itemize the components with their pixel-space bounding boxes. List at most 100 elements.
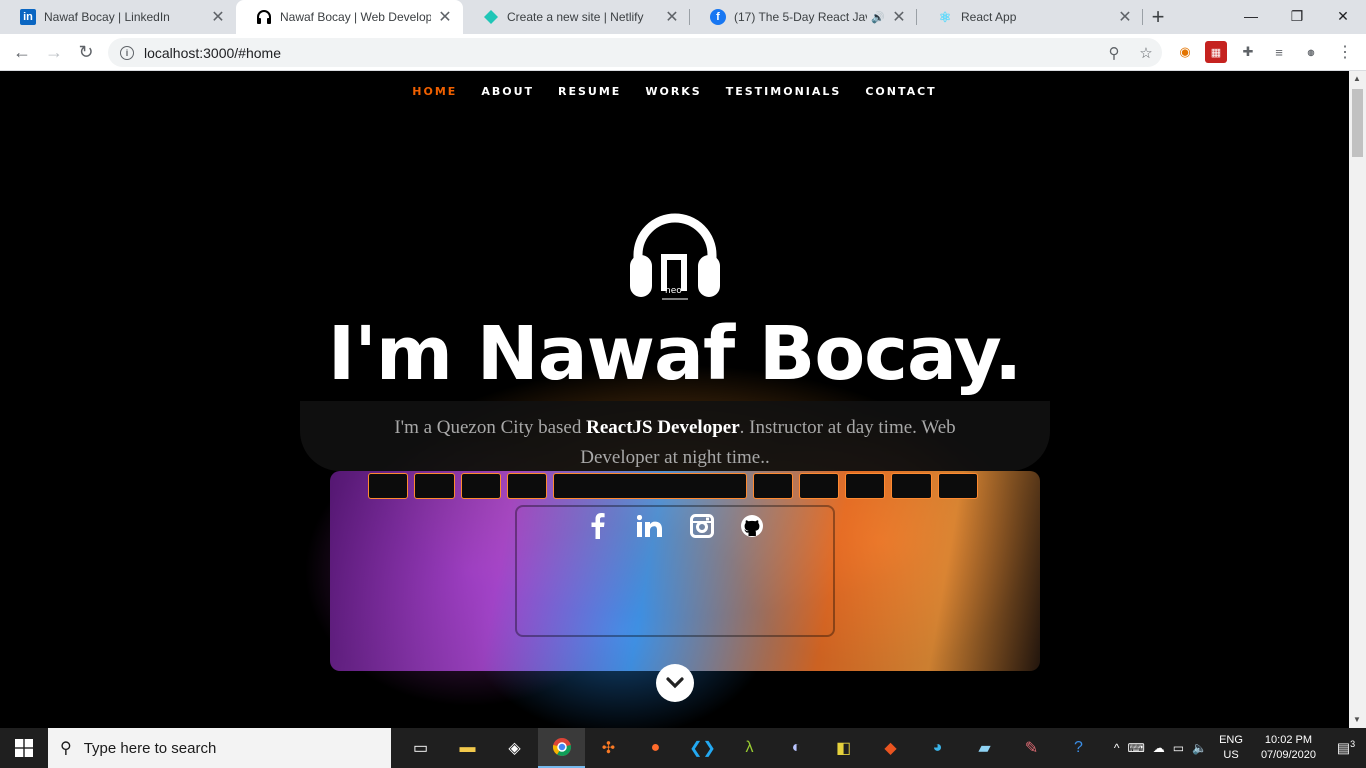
tab-linkedin[interactable]: in Nawaf Bocay | LinkedIn ✕ xyxy=(0,0,236,34)
hero-subtitle-pre: I'm a Quezon City based xyxy=(394,417,587,438)
restore-button[interactable]: ❐ xyxy=(1274,0,1320,32)
lambda-app-icon[interactable]: λ xyxy=(726,728,773,768)
extension-icon-1[interactable]: ◉ xyxy=(1174,41,1196,63)
edge-icon[interactable]: ◕ xyxy=(914,728,961,768)
chevron-up-icon[interactable]: ^ xyxy=(1114,741,1120,755)
page-viewport: HOME ABOUT RESUME WORKS TESTIMONIALS CON… xyxy=(0,71,1349,728)
close-icon[interactable]: ✕ xyxy=(437,7,453,27)
minimize-button[interactable]: — xyxy=(1228,0,1274,32)
linkedin-icon: in xyxy=(20,9,36,25)
github-icon[interactable] xyxy=(739,511,765,541)
scroll-down-button[interactable] xyxy=(656,664,694,702)
network-icon[interactable]: ▭ xyxy=(1173,741,1184,755)
keyboard-icon[interactable]: ⌨ xyxy=(1127,741,1144,755)
main-nav: HOME ABOUT RESUME WORKS TESTIMONIALS CON… xyxy=(0,71,1349,111)
app-icon-blue[interactable]: ▰ xyxy=(961,728,1008,768)
tab-separator xyxy=(1142,9,1143,25)
tab-netlify[interactable]: Create a new site | Netlify ✕ xyxy=(463,0,690,34)
tab-facebook[interactable]: f (17) The 5-Day React JavaS 🔊 ✕ xyxy=(690,0,917,34)
hero-background-keys xyxy=(368,473,978,499)
page-scrollbar[interactable]: ▲ ▼ xyxy=(1349,71,1366,728)
scrollbar-thumb[interactable] xyxy=(1352,89,1363,157)
tab-portfolio[interactable]: Nawaf Bocay | Web Developer ✕ xyxy=(236,0,463,34)
xampp-icon[interactable]: ✣ xyxy=(585,728,632,768)
close-window-button[interactable]: ✕ xyxy=(1320,0,1366,32)
scroll-up-arrow-icon[interactable]: ▲ xyxy=(1353,74,1361,83)
hero-subtitle: I'm a Quezon City based ReactJS Develope… xyxy=(360,413,990,473)
back-button[interactable]: ← xyxy=(6,36,38,68)
reload-button[interactable]: ↻ xyxy=(70,36,102,68)
menu-kebab-icon[interactable]: ⋮ xyxy=(1334,41,1356,63)
system-tray: ^ ⌨ ☁ ▭ 🔈 ENG US 10:02 PM 07/09/2020 ▤3 xyxy=(1110,728,1366,768)
windows-start-button[interactable] xyxy=(0,728,48,768)
chrome-icon[interactable] xyxy=(538,728,585,768)
language-code: ENG xyxy=(1219,734,1243,746)
url-text[interactable]: localhost:3000/#home xyxy=(144,45,1098,61)
dropbox-icon[interactable]: ◈ xyxy=(491,728,538,768)
cloud-icon[interactable]: ☁ xyxy=(1153,741,1165,755)
nav-about[interactable]: ABOUT xyxy=(481,85,534,98)
region-code: US xyxy=(1223,749,1239,761)
paint-app-icon[interactable]: ✎ xyxy=(1008,728,1055,768)
browser-toolbar: ← → ↻ i localhost:3000/#home ⚲ ☆ ◉ ▦ ✚ ≡… xyxy=(0,34,1366,71)
close-icon[interactable]: ✕ xyxy=(1117,7,1133,27)
profile-avatar-icon[interactable]: ◍ xyxy=(1300,41,1322,63)
close-icon[interactable]: ✕ xyxy=(891,7,907,27)
audio-icon[interactable]: 🔊 xyxy=(871,11,885,24)
nav-resume[interactable]: RESUME xyxy=(558,85,621,98)
git-icon[interactable]: ◆ xyxy=(867,728,914,768)
hero-subtitle-role: ReactJS Developer xyxy=(586,417,740,438)
volume-icon[interactable]: 🔈 xyxy=(1192,741,1207,755)
facebook-icon[interactable] xyxy=(585,511,611,541)
app-icon-yellow[interactable]: ◧ xyxy=(820,728,867,768)
close-icon[interactable]: ✕ xyxy=(210,7,226,27)
playlist-icon[interactable]: ≡ xyxy=(1268,41,1290,63)
social-links xyxy=(0,511,1349,541)
clock-date: 07/09/2020 xyxy=(1260,749,1316,761)
instagram-icon[interactable] xyxy=(689,511,715,541)
task-view-icon[interactable]: ▭ xyxy=(397,728,444,768)
nav-contact[interactable]: CONTACT xyxy=(865,85,936,98)
forward-button[interactable]: → xyxy=(38,36,70,68)
clock-time: 10:02 PM xyxy=(1264,734,1313,746)
address-bar[interactable]: i localhost:3000/#home ⚲ ☆ xyxy=(108,38,1162,67)
new-tab-button[interactable]: + xyxy=(1143,0,1173,34)
language-indicator[interactable]: ENG US xyxy=(1219,733,1243,763)
hero-title: I'm Nawaf Bocay. xyxy=(327,311,1023,397)
tab-react-app[interactable]: ⚛ React App ✕ xyxy=(917,0,1143,34)
headphones-icon xyxy=(256,9,272,25)
windows-taskbar: ⚲ Type here to search ▭ ▬ ◈ ✣ ● ❮❯ λ ◐ ◧… xyxy=(0,728,1366,768)
puzzle-icon[interactable]: ✚ xyxy=(1237,41,1259,63)
help-icon[interactable]: ? xyxy=(1055,728,1102,768)
nav-works[interactable]: WORKS xyxy=(645,85,701,98)
nav-home[interactable]: HOME xyxy=(412,85,457,98)
windows-logo-icon xyxy=(15,739,33,757)
taskbar-search-placeholder: Type here to search xyxy=(83,739,217,757)
scroll-down-arrow-icon[interactable]: ▼ xyxy=(1353,715,1361,724)
netlify-icon xyxy=(483,9,499,25)
postman-icon[interactable]: ● xyxy=(632,728,679,768)
search-icon: ⚲ xyxy=(60,740,72,757)
notification-center-icon[interactable]: ▤3 xyxy=(1326,739,1366,757)
taskbar-clock[interactable]: 10:02 PM 07/09/2020 xyxy=(1261,733,1316,763)
tab-strip: in Nawaf Bocay | LinkedIn ✕ Nawaf Bocay … xyxy=(0,0,1366,34)
close-icon[interactable]: ✕ xyxy=(664,7,680,27)
info-icon[interactable]: i xyxy=(120,45,134,60)
file-explorer-icon[interactable]: ▬ xyxy=(444,728,491,768)
tab-title: Nawaf Bocay | Web Developer xyxy=(280,10,431,24)
tab-title: React App xyxy=(961,10,1017,24)
eclipse-icon[interactable]: ◐ xyxy=(773,728,820,768)
notification-count: 3 xyxy=(1350,739,1356,750)
tab-title: Nawaf Bocay | LinkedIn xyxy=(44,10,170,24)
tab-title: (17) The 5-Day React JavaS xyxy=(734,10,867,24)
taskbar-search-box[interactable]: ⚲ Type here to search xyxy=(48,728,391,768)
bookmark-star-icon[interactable]: ☆ xyxy=(1130,44,1162,62)
nav-testimonials[interactable]: TESTIMONIALS xyxy=(726,85,842,98)
headphones-logo-icon: neo xyxy=(628,209,722,303)
vscode-icon[interactable]: ❮❯ xyxy=(679,728,726,768)
tab-title: Create a new site | Netlify xyxy=(507,10,644,24)
extension-icon-2[interactable]: ▦ xyxy=(1205,41,1227,63)
zoom-icon[interactable]: ⚲ xyxy=(1098,44,1130,62)
window-controls: — ❐ ✕ xyxy=(1228,0,1366,32)
linkedin-icon[interactable] xyxy=(635,511,665,541)
